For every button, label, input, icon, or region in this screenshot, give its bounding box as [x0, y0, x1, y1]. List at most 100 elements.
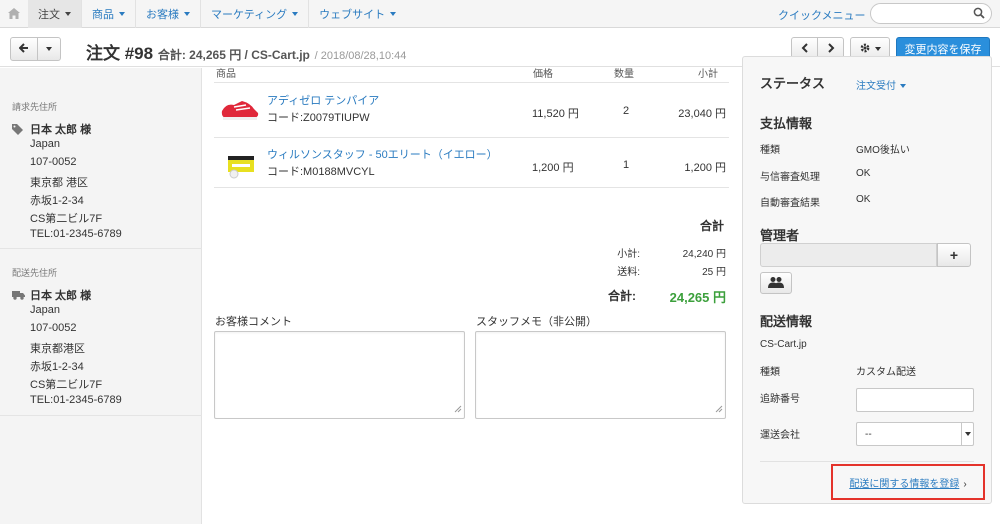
- plus-icon: +: [949, 247, 959, 263]
- back-button[interactable]: [10, 37, 38, 61]
- status-value: 注文受付: [856, 81, 896, 92]
- search-icon[interactable]: [973, 7, 985, 22]
- caret-down-icon: [292, 11, 299, 16]
- product-price: 11,520 円: [532, 108, 579, 120]
- customer-comment-label: お客様コメント: [215, 316, 292, 328]
- shipping-city: 東京都港区: [30, 343, 85, 355]
- column-header-product: 商品: [216, 69, 236, 80]
- billing-name-text: 日本 太郎 様: [30, 124, 92, 136]
- billing-city: 東京都 港区: [30, 177, 89, 189]
- register-shipping-link[interactable]: 配送に関する情報を登録 ›: [849, 475, 966, 490]
- product-thumbnail[interactable]: [220, 93, 260, 123]
- subtotal-label: 小計:: [617, 249, 640, 260]
- gear-icon: [859, 42, 871, 57]
- customer-comment-textarea[interactable]: [214, 331, 465, 419]
- caret-down-icon: [184, 11, 190, 16]
- divider: [214, 187, 729, 188]
- nav-item-label: マーケティング: [211, 8, 288, 21]
- resize-grip-icon[interactable]: [715, 404, 723, 416]
- tracking-number-input[interactable]: [856, 388, 974, 412]
- product-price: 1,200 円: [532, 162, 574, 174]
- divider: [214, 82, 729, 83]
- caret-down-icon: [65, 11, 71, 16]
- payment-heading: 支払情報: [760, 116, 813, 131]
- select-arrow-icon: [961, 423, 973, 445]
- nav-item-website[interactable]: ウェブサイト: [309, 0, 406, 28]
- chevron-right-icon: [827, 42, 835, 56]
- top-navbar: 注文 商品 お客様 マーケティング ウェブサイト クイックメニュー: [0, 0, 1000, 28]
- resize-grip-icon[interactable]: [454, 404, 462, 416]
- caret-down-icon: [46, 47, 52, 51]
- product-thumbnail[interactable]: [220, 150, 260, 180]
- nav-item-label: お客様: [146, 8, 179, 21]
- carrier-select-value: --: [865, 428, 872, 440]
- divider: [0, 415, 202, 416]
- product-subtotal: 1,200 円: [684, 162, 726, 174]
- home-icon[interactable]: [0, 0, 28, 28]
- billing-country: Japan: [30, 138, 60, 150]
- column-header-qty: 数量: [614, 69, 634, 80]
- product-code: コード:M0188MVCYL: [267, 166, 375, 178]
- billing-name: 日本 太郎 様: [12, 121, 91, 137]
- register-shipping-highlight: 配送に関する情報を登録 ›: [831, 464, 985, 500]
- order-number: 注文 #98: [86, 44, 154, 63]
- select-manager-button[interactable]: [760, 272, 792, 294]
- tracking-number-label: 追跡番号: [760, 394, 800, 405]
- carrier-select[interactable]: --: [856, 422, 974, 446]
- payment-value: GMO後払い: [856, 145, 910, 156]
- page-title: 注文 #98 合計: 24,265 円 / CS-Cart.jp / 2018/…: [86, 39, 406, 64]
- billing-street: 赤坂1-2-34: [30, 195, 84, 207]
- payment-key: 種類: [760, 145, 780, 156]
- back-dropdown-button[interactable]: [37, 37, 61, 61]
- order-info-panel: ステータス 注文受付 支払情報 種類 GMO後払い 与信審査処理 OK 自動審査…: [742, 56, 992, 504]
- product-name-link[interactable]: ウィルソンスタッフ - 50エリート（イエロー）: [267, 146, 498, 162]
- nav-item-products[interactable]: 商品: [82, 0, 136, 28]
- quick-menu-link[interactable]: クイックメニュー: [778, 7, 866, 23]
- users-icon: [768, 276, 784, 291]
- shipping-type-key: 種類: [760, 367, 780, 378]
- add-manager-button[interactable]: +: [937, 243, 971, 267]
- total-value: 24,265 円: [669, 290, 726, 305]
- product-subtotal: 23,040 円: [678, 108, 726, 120]
- caret-down-icon: [119, 11, 125, 16]
- manager-input[interactable]: [760, 243, 937, 267]
- shipping-country: Japan: [30, 304, 60, 316]
- product-name-link[interactable]: アディゼロ テンパイア: [267, 92, 379, 108]
- nav-item-customers[interactable]: お客様: [136, 0, 201, 28]
- shipping-info-heading: 配送情報: [760, 314, 813, 329]
- totals-heading: 合計: [699, 219, 724, 233]
- staff-note-textarea[interactable]: [475, 331, 726, 419]
- shipping-name-text: 日本 太郎 様: [30, 290, 92, 302]
- divider: [760, 461, 974, 462]
- payment-value: OK: [856, 168, 871, 179]
- status-dropdown[interactable]: 注文受付: [856, 77, 906, 92]
- payment-value: OK: [856, 194, 871, 205]
- payment-key: 与信審査処理: [760, 172, 820, 183]
- product-qty: 2: [623, 105, 630, 117]
- truck-icon: [12, 290, 26, 300]
- chevron-left-icon: [801, 42, 809, 56]
- column-header-subtotal: 小計: [698, 69, 718, 80]
- customer-sidebar: 請求先住所 日本 太郎 様 Japan 107-0052 東京都 港区 赤坂1-…: [0, 68, 202, 524]
- payment-key: 自動審査結果: [760, 198, 820, 209]
- shipping-address-label: 配送先住所: [12, 268, 58, 278]
- nav-item-orders[interactable]: 注文: [28, 0, 82, 28]
- carrier-label: 運送会社: [760, 430, 800, 441]
- nav-item-label: ウェブサイト: [319, 8, 386, 21]
- product-code: コード:Z0079TIUPW: [267, 112, 370, 124]
- nav-item-marketing[interactable]: マーケティング: [201, 0, 310, 28]
- caret-down-icon: [900, 84, 906, 89]
- order-summary: 合計: 24,265 円 / CS-Cart.jp: [157, 48, 310, 62]
- divider: [214, 137, 729, 138]
- billing-address-label: 請求先住所: [12, 102, 58, 112]
- nav-item-label: 商品: [92, 8, 114, 21]
- shipping-cost-value: 25 円: [702, 267, 726, 278]
- search-input[interactable]: [870, 3, 992, 24]
- order-details: 商品 価格 数量 小計 アディゼロ テンパイア コード:Z0079TIUPW 1…: [202, 68, 732, 524]
- tag-icon: [12, 123, 26, 135]
- column-header-price: 価格: [533, 69, 553, 80]
- divider: [0, 248, 202, 249]
- status-heading: ステータス: [760, 76, 826, 91]
- billing-zip: 107-0052: [30, 156, 77, 168]
- shipping-name: 日本 太郎 様: [12, 287, 91, 303]
